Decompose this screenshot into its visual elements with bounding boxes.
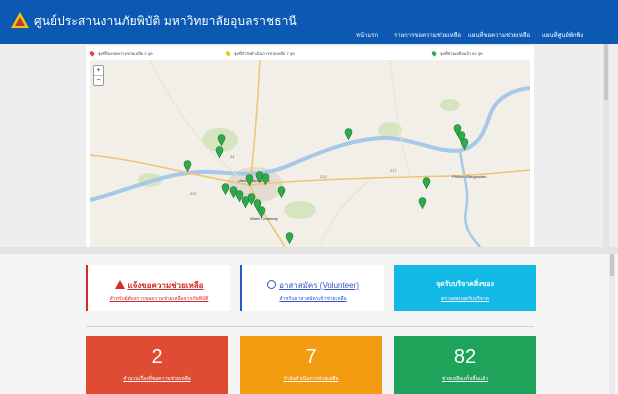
place-label: Warin Chamrap [250, 216, 279, 221]
legend-in-progress: จุดที่กำลังดำเนินการช่วยเหลือ 7 จุด [224, 50, 295, 58]
divider [86, 326, 534, 327]
scrollbar-thumb[interactable] [610, 254, 614, 276]
nav-help-map[interactable]: แผนที่ขอความช่วยเหลือ [468, 30, 530, 40]
road-number-label: 212 [320, 174, 327, 179]
green-pin-icon [430, 50, 438, 58]
top-navbar: ศูนย์ประสานงานภัยพิบัติ มหาวิทยาลัยอุบลร… [0, 0, 618, 44]
zoom-in-button[interactable]: + [94, 66, 103, 76]
donation-title: จุดรับบริจาคสิ่งของ [436, 281, 494, 288]
stat-completed-value: 82 [453, 346, 477, 368]
map-panel: จุดที่ร้องขอความช่วยเหลือ 2 จุด จุดที่กำ… [86, 46, 534, 247]
stat-requests[interactable]: 2 จำนวนเรื่องที่ขอความช่วยเหลือ [86, 336, 228, 394]
legend-completed: จุดที่ช่วยเหลือแล้ว 82 จุด [430, 50, 483, 58]
volunteer-link[interactable]: อาสาสมัคร (Volunteer) [279, 281, 359, 290]
donation-check-link[interactable]: ตรวจสอบจุดรับบริจาค [394, 295, 536, 303]
disaster-center-logo-icon [11, 12, 29, 28]
disaster-map[interactable]: 24 212 231 217 Ubon Ratchathani Warin Ch… [90, 60, 530, 247]
legend-requested: จุดที่ร้องขอความช่วยเหลือ 2 จุด [88, 50, 153, 58]
warning-icon [114, 280, 125, 289]
site-title[interactable]: ศูนย์ประสานงานภัยพิบัติ มหาวิทยาลัยอุบลร… [34, 12, 297, 31]
yellow-pin-icon [224, 50, 232, 58]
user-icon [267, 280, 277, 289]
section-separator [0, 247, 618, 254]
stat-completed[interactable]: 82 ช่วยเหลือเสร็จสิ้นแล้ว [394, 336, 536, 394]
page-scrollbar[interactable] [603, 44, 609, 247]
nav-home[interactable]: หน้าแรก [356, 30, 378, 40]
zoom-control: + − [93, 65, 104, 86]
volunteer-card[interactable]: อาสาสมัคร (Volunteer) สำหรับอาสาสมัครเข้… [240, 265, 384, 311]
road-number-label: 231 [190, 191, 197, 196]
red-pin-icon [88, 50, 96, 58]
zoom-out-button[interactable]: − [94, 76, 103, 85]
nav-shelter-map[interactable]: แผนที่ศูนย์พักพิง [542, 30, 583, 40]
map-canvas[interactable]: 24 212 231 217 Ubon Ratchathani Warin Ch… [90, 60, 530, 247]
stat-in-progress-link[interactable]: กำลังดำเนินการช่วยเหลือ [240, 375, 382, 383]
stat-in-progress[interactable]: 7 กำลังดำเนินการช่วยเหลือ [240, 336, 382, 394]
volunteer-sub-link[interactable]: สำหรับอาสาสมัครเข้าช่วยเหลือ [242, 295, 384, 303]
request-help-card[interactable]: แจ้งขอความช่วยเหลือ สำหรับผู้ต้องการขอคว… [86, 265, 230, 311]
request-help-link[interactable]: แจ้งขอความช่วยเหลือ [128, 281, 204, 290]
place-label: Phibun Mangsahan [452, 174, 486, 179]
nav-help-list[interactable]: รายการขอความช่วยเหลือ [394, 30, 461, 40]
stat-requests-value: 2 [151, 346, 163, 368]
request-help-sub-link[interactable]: สำหรับผู้ต้องการขอความช่วยเหลือจากภัยพิบ… [88, 295, 230, 303]
scrollbar-thumb[interactable] [604, 44, 608, 100]
map-legend: จุดที่ร้องขอความช่วยเหลือ 2 จุด จุดที่กำ… [86, 46, 534, 60]
road-number-label: 217 [390, 168, 397, 173]
section-scrollbar[interactable] [609, 254, 615, 394]
stat-in-progress-value: 7 [305, 346, 317, 368]
donation-card[interactable]: จุดรับบริจาคสิ่งของ ตรวจสอบจุดรับบริจาค [394, 265, 536, 311]
stat-requests-link[interactable]: จำนวนเรื่องที่ขอความช่วยเหลือ [86, 375, 228, 383]
road-number-label: 24 [230, 154, 235, 159]
stat-completed-link[interactable]: ช่วยเหลือเสร็จสิ้นแล้ว [394, 375, 536, 383]
